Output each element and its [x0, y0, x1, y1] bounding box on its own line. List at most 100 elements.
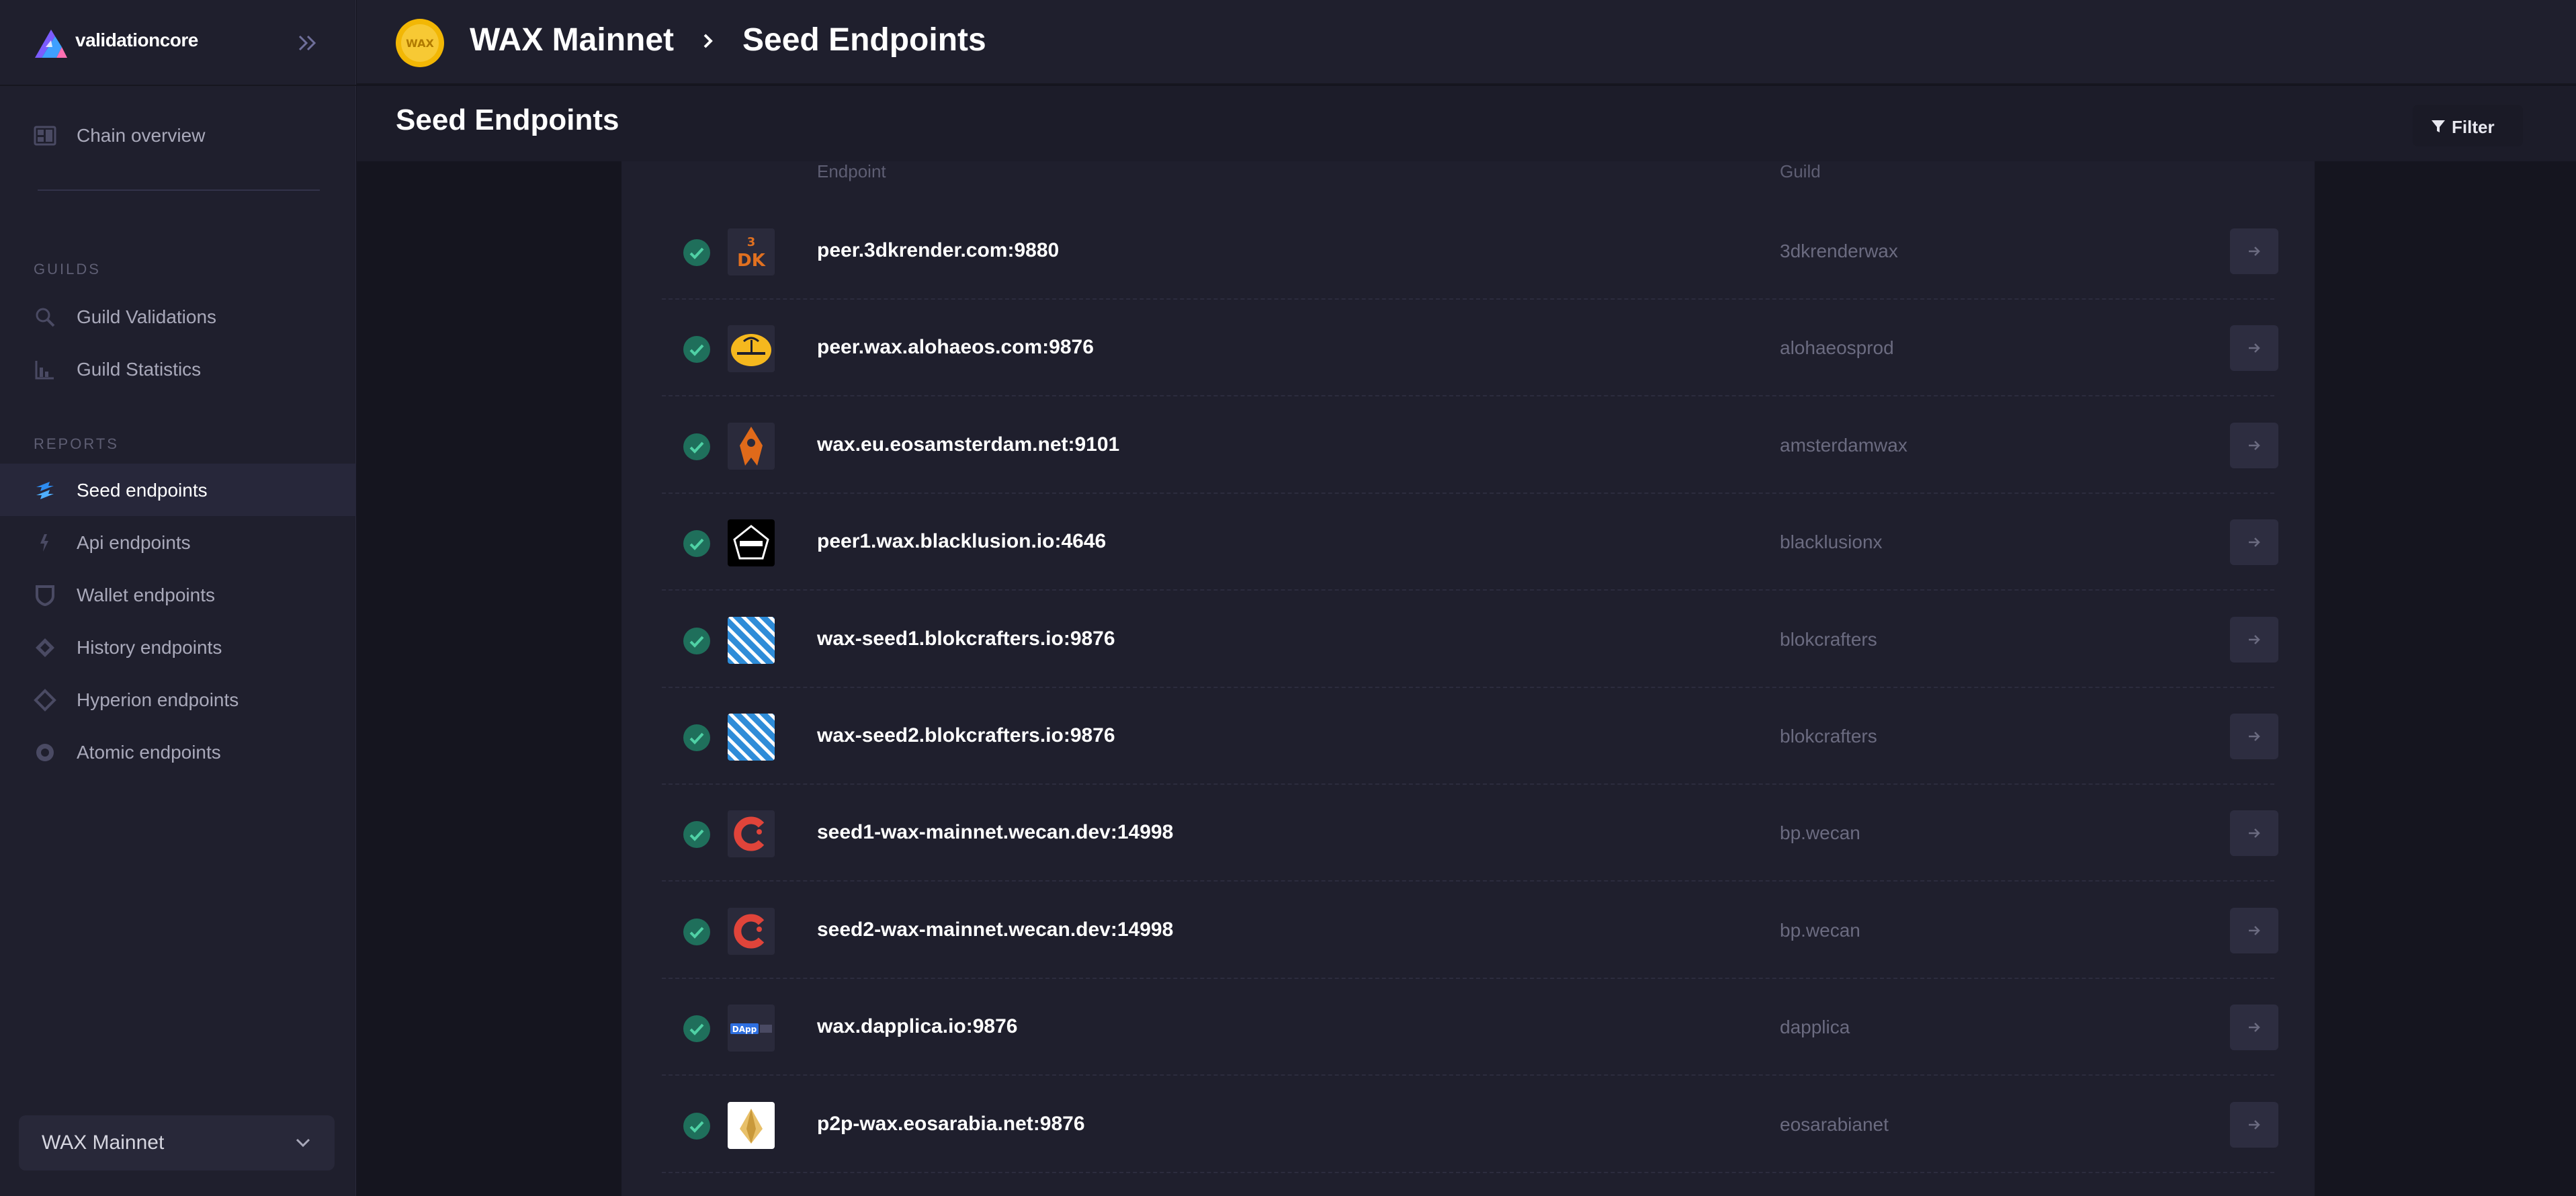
endpoint-address: peer.3dkrender.com:9880 [817, 239, 1060, 261]
sidebar-item-guild-statistics[interactable]: Guild Statistics [0, 343, 356, 395]
chevron-down-icon [296, 1138, 310, 1148]
guild-name: amsterdamwax [1780, 434, 1907, 456]
breadcrumb-chain[interactable]: WAX Mainnet [470, 22, 674, 58]
arrow-right-icon [2249, 634, 2260, 644]
sidebar-item-label: History endpoints [77, 637, 222, 658]
arrow-right-icon [2249, 247, 2260, 256]
endpoint-address: p2p-wax.eosarabia.net:9876 [817, 1112, 1085, 1135]
table-row[interactable]: wax.eu.eosamsterdam.net:9101 amsterdamwax [662, 397, 2278, 494]
brand-name: validationcore [75, 30, 198, 50]
reports-section-label: REPORTS [34, 435, 119, 452]
sidebar-item-wallet-endpoints[interactable]: Wallet endpoints [0, 568, 356, 621]
endpoint-address: wax.dapplica.io:9876 [817, 1015, 1018, 1038]
svg-text:DK: DK [737, 251, 766, 271]
open-endpoint-button[interactable] [2230, 325, 2278, 372]
guild-name: blokcrafters [1780, 628, 1877, 650]
open-endpoint-button[interactable] [2230, 810, 2278, 857]
endpoint-address: seed1-wax-mainnet.wecan.dev:14998 [817, 821, 1174, 844]
guild-name: bp.wecan [1780, 822, 1860, 844]
chain-selector[interactable]: WAX Mainnet [19, 1115, 335, 1170]
sidebar-item-label: Atomic endpoints [77, 742, 221, 763]
sidebar-item-label: Guild Validations [77, 306, 217, 327]
table-row[interactable]: 3 DK peer.3dkrender.com:9880 3dkrenderwax [662, 203, 2278, 300]
brand-header: validationcore [0, 0, 356, 86]
guild-logo [728, 422, 775, 470]
guild-name: eosarabianet [1780, 1113, 1889, 1135]
arrow-right-icon [2249, 828, 2260, 839]
arrow-right-icon [2249, 925, 2260, 935]
guild-logo [728, 907, 775, 955]
sidebar-item-history-endpoints[interactable]: History endpoints [0, 621, 356, 673]
open-endpoint-button[interactable] [2230, 714, 2278, 759]
endpoint-address: peer1.wax.blacklusion.io:4646 [817, 530, 1107, 553]
check-circle-icon [683, 1015, 710, 1043]
table-row[interactable]: seed1-wax-mainnet.wecan.dev:14998 bp.weca… [662, 785, 2278, 882]
filter-button[interactable]: Filter [2413, 105, 2523, 146]
guild-logo [728, 810, 775, 858]
open-endpoint-button[interactable] [2230, 519, 2278, 566]
check-circle-icon [683, 821, 710, 849]
endpoint-address: wax-seed1.blokcrafters.io:9876 [817, 627, 1115, 650]
table-row[interactable]: seed2-wax-mainnet.wecan.dev:14998 bp.weca… [662, 882, 2278, 979]
check-circle-icon [683, 433, 710, 460]
sidebar-item-label: Wallet endpoints [77, 585, 215, 605]
sidebar-item-atomic-endpoints[interactable]: Atomic endpoints [0, 726, 356, 778]
sidebar-item-chain-overview[interactable]: Chain overview [0, 109, 356, 161]
sidebar-item-api-endpoints[interactable]: Api endpoints [0, 516, 356, 568]
table-row[interactable]: wax-seed1.blokcrafters.io:9876 blokcrafte… [662, 591, 2278, 688]
diamond-outline-icon [34, 689, 56, 712]
open-endpoint-button[interactable] [2230, 616, 2278, 663]
page-title: Seed Endpoints [396, 103, 619, 136]
svg-text:DApp: DApp [732, 1025, 757, 1034]
guild-name: alohaeosprod [1780, 337, 1894, 359]
guild-logo: 3 DK [728, 228, 775, 275]
guild-name: 3dkrenderwax [1780, 241, 1898, 261]
endpoint-address: seed2-wax-mainnet.wecan.dev:14998 [817, 918, 1174, 941]
endpoint-address: wax.eu.eosamsterdam.net:9101 [817, 433, 1120, 456]
bar-chart-icon [35, 361, 54, 380]
sidebar-item-guild-validations[interactable]: Guild Validations [0, 290, 356, 343]
guild-logo [728, 616, 775, 664]
guild-name: blacklusionx [1780, 531, 1883, 553]
open-endpoint-button[interactable] [2230, 422, 2278, 468]
seed-endpoints-table: Endpoint Guild 3 DK peer.3dkrender.com:988… [621, 161, 2315, 1196]
check-circle-icon [683, 1112, 710, 1140]
arrow-right-icon [2249, 732, 2260, 741]
search-chart-icon [36, 308, 55, 327]
sidebar-item-hyperion-endpoints[interactable]: Hyperion endpoints [0, 673, 356, 726]
breadcrumb-page: Seed Endpoints [742, 22, 986, 58]
wax-chain-logo-icon: WAX [396, 19, 444, 67]
endpoint-address: wax-seed2.blokcrafters.io:9876 [817, 724, 1115, 746]
guild-name: bp.wecan [1780, 919, 1860, 941]
top-bar: WAX WAX Mainnet Seed Endpoints [357, 0, 2576, 85]
guilds-section-label: GUILDS [34, 261, 101, 277]
column-header-guild: Guild [1780, 161, 1821, 181]
api-bolt-icon [40, 534, 48, 552]
filter-label: Filter [2452, 117, 2495, 137]
open-endpoint-button[interactable] [2230, 1005, 2278, 1051]
open-endpoint-button[interactable] [2230, 228, 2278, 274]
sidebar-item-seed-endpoints[interactable]: Seed endpoints [0, 464, 356, 516]
endpoint-address: peer.wax.alohaeos.com:9876 [817, 336, 1094, 359]
open-endpoint-button[interactable] [2230, 1101, 2278, 1148]
table-row[interactable]: p2p-wax.eosarabia.net:9876 eosarabianet [662, 1076, 2278, 1173]
check-circle-icon [683, 627, 710, 654]
sidebar-item-label: Api endpoints [77, 532, 191, 553]
arrow-right-icon [2249, 1023, 2260, 1033]
check-circle-icon [683, 918, 710, 945]
table-row[interactable]: wax-seed2.blokcrafters.io:9876 blokcrafte… [662, 688, 2278, 785]
open-endpoint-button[interactable] [2230, 907, 2278, 953]
dashboard-icon [34, 126, 56, 146]
check-circle-icon [683, 530, 710, 558]
table-row[interactable]: DApp wax.dapplica.io:9876 dapplica [662, 979, 2278, 1076]
circle-icon [36, 744, 54, 761]
guild-name: blokcrafters [1780, 726, 1877, 746]
page-header: Seed Endpoints Filter [357, 86, 2576, 161]
table-row[interactable]: peer1.wax.blacklusion.io:4646 blacklusion… [662, 494, 2278, 591]
diamond-icon [36, 638, 54, 657]
guild-logo: DApp [728, 1005, 775, 1052]
collapse-sidebar-icon[interactable] [294, 30, 321, 56]
table-row[interactable]: peer.wax.alohaeos.com:9876 alohaeosprod [662, 300, 2278, 397]
sidebar: validationcore Chain overview GUILDS Gui… [0, 0, 356, 1196]
arrow-right-icon [2249, 343, 2260, 353]
